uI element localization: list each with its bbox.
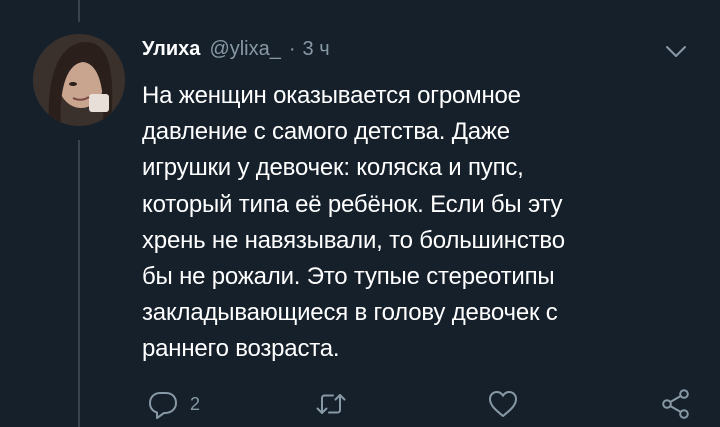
heart-icon (486, 387, 520, 421)
tweet-text-line: игрушки у девочек: коляска и пупс, (142, 154, 524, 182)
like-button[interactable] (486, 384, 520, 424)
tweet-actions: 2 (0, 384, 720, 424)
tweet-text-line: На женщин оказывается огромное (142, 82, 521, 109)
tweet-text-line: давление с самого детства. Даже (142, 118, 510, 146)
tweet-text-line: раннего возраста. (142, 335, 340, 363)
avatar[interactable] (33, 34, 125, 126)
tweet-text: На женщин оказывается огромное давление … (142, 78, 682, 368)
reply-icon (146, 387, 180, 421)
display-name[interactable]: Улиха (142, 38, 200, 61)
thread-line-top (78, 0, 80, 22)
reply-count: 2 (190, 393, 201, 414)
user-handle[interactable]: @ylixa_ (209, 38, 280, 61)
separator-dot: · (288, 38, 296, 60)
share-icon (659, 387, 693, 421)
tweet-header: Улиха @ylixa_ · 3 ч (142, 38, 330, 68)
tweet-text-line: бы не рожали. Это тупые стереотипы (142, 263, 555, 291)
tweet-text-line: который типа её ребёнок. Если бы эту (142, 190, 563, 218)
tweet-text-line: хрень не навязывали, то большинство (142, 226, 565, 254)
retweet-button[interactable] (314, 384, 348, 424)
share-button[interactable] (659, 384, 693, 424)
tweet-text-line: закладывающиеся в голову девочек с (142, 299, 558, 327)
reply-button[interactable]: 2 (146, 384, 200, 424)
timestamp[interactable]: 3 ч (303, 38, 330, 61)
retweet-icon (314, 387, 348, 421)
chevron-down-icon[interactable] (664, 44, 688, 60)
